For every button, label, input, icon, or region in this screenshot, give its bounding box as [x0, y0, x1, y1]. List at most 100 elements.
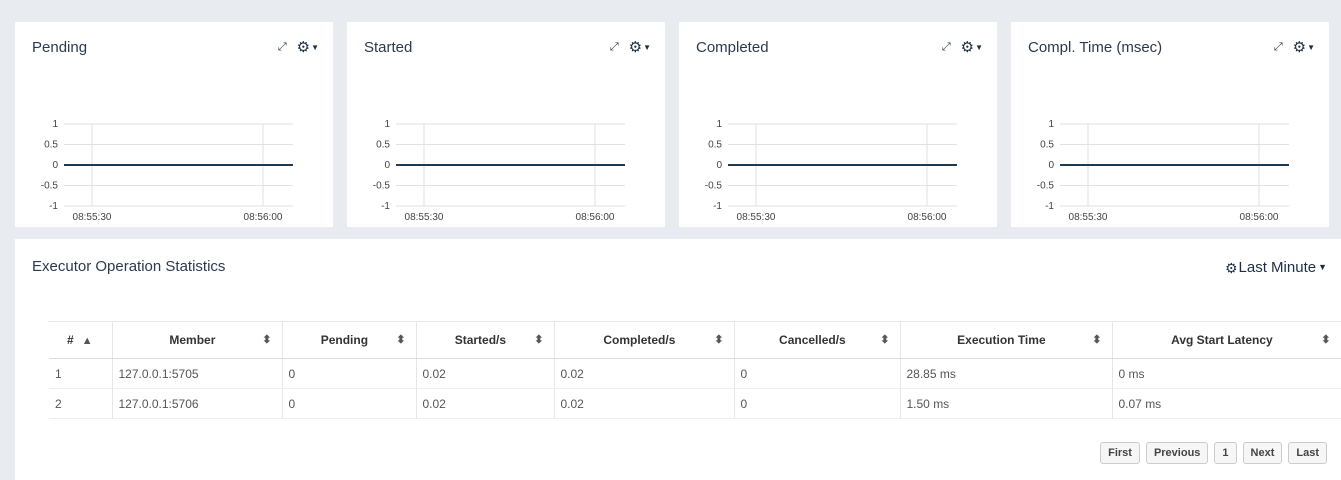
- gear-icon: ⚙: [1224, 259, 1238, 276]
- chart-title: Compl. Time (msec): [1028, 39, 1163, 56]
- y-tick-label: 1: [384, 119, 390, 130]
- x-tick-label: 08:56:00: [576, 212, 615, 223]
- gear-icon: ⚙: [628, 39, 643, 56]
- cell-member: 127.0.0.1:5705: [112, 358, 283, 389]
- card-tools: ⤢ ⚙ ▼: [610, 40, 651, 55]
- x-tick-label: 08:56:00: [1240, 212, 1279, 223]
- column-header-avg-start-latency[interactable]: Avg Start Latency ⬍: [1112, 321, 1341, 359]
- first-page-button[interactable]: First: [1100, 442, 1140, 464]
- chart-title: Completed: [696, 39, 769, 56]
- y-tick-label: 0.5: [44, 140, 58, 151]
- cell-cancelled: 0: [734, 358, 901, 389]
- line-chart: 1 0.5 0 -0.5 -1 08:55:30 08:56:00: [373, 119, 625, 223]
- next-page-button[interactable]: Next: [1242, 442, 1283, 464]
- cell-index: 1: [49, 358, 113, 389]
- cell-avg-start-latency: 0.07 ms: [1112, 388, 1341, 419]
- y-tick-label: 0: [384, 160, 390, 171]
- cell-execution-time: 28.85 ms: [900, 358, 1113, 389]
- expand-icon[interactable]: ⤢: [610, 42, 619, 53]
- sort-asc-icon: ▲: [81, 335, 93, 347]
- caret-down-icon: ▼: [311, 42, 319, 52]
- cell-index: 2: [49, 388, 113, 419]
- y-tick-label: -1: [49, 201, 58, 212]
- cell-completed: 0.02: [554, 358, 735, 389]
- chart-card-completion-time: Compl. Time (msec) ⤢ ⚙ ▼ 1 0.5 0 -0.5 -1 08:5…: [1011, 22, 1329, 227]
- column-header-started[interactable]: Started/s ⬍: [416, 321, 555, 359]
- executor-stats-panel: Executor Operation Statistics ⚙ Last Min…: [15, 239, 1341, 480]
- x-tick-label: 08:55:30: [737, 212, 776, 223]
- chart-settings-menu[interactable]: ⚙ ▼: [629, 40, 651, 55]
- x-tick-label: 08:55:30: [73, 212, 112, 223]
- panel-title: Executor Operation Statistics: [32, 258, 226, 275]
- cell-completed: 0.02: [554, 388, 735, 419]
- y-tick-label: -0.5: [41, 181, 59, 192]
- y-tick-label: 1: [52, 119, 58, 130]
- time-range-label: Last Minute: [1238, 259, 1317, 276]
- x-tick-label: 08:55:30: [405, 212, 444, 223]
- cell-execution-time: 1.50 ms: [900, 388, 1113, 419]
- pagination: First Previous 1 Next Last: [1100, 442, 1327, 464]
- cell-cancelled: 0: [734, 388, 901, 419]
- executor-stats-table: # ▲ Member ⬍ Pending ⬍ Started/s ⬍ Completed…: [49, 321, 1341, 419]
- time-range-dropdown[interactable]: ⚙ Last Minute ▼: [1225, 259, 1327, 276]
- last-page-button[interactable]: Last: [1288, 442, 1327, 464]
- y-tick-label: 0: [1048, 160, 1054, 171]
- expand-icon[interactable]: ⤢: [942, 42, 951, 53]
- x-tick-label: 08:55:30: [1069, 212, 1108, 223]
- sort-icon: ⬍: [880, 334, 890, 346]
- sort-icon: ⬍: [396, 334, 406, 346]
- column-header-member[interactable]: Member ⬍: [112, 321, 283, 359]
- chart-settings-menu[interactable]: ⚙ ▼: [1293, 40, 1315, 55]
- gear-icon: ⚙: [1292, 39, 1307, 56]
- cell-started: 0.02: [416, 388, 555, 419]
- line-chart: 1 0.5 0 -0.5 -1 08:55:30 08:56:00: [1037, 119, 1289, 223]
- column-header-pending[interactable]: Pending ⬍: [282, 321, 417, 359]
- previous-page-button[interactable]: Previous: [1145, 442, 1209, 464]
- y-tick-label: 0: [52, 160, 58, 171]
- sort-icon: ⬍: [714, 334, 724, 346]
- cell-member: 127.0.0.1:5706: [112, 388, 283, 419]
- card-tools: ⤢ ⚙ ▼: [1274, 40, 1315, 55]
- gear-icon: ⚙: [960, 39, 975, 56]
- y-tick-label: -0.5: [1037, 181, 1055, 192]
- y-tick-label: -1: [713, 201, 722, 212]
- card-tools: ⤢ ⚙ ▼: [942, 40, 983, 55]
- line-chart: 1 0.5 0 -0.5 -1 08:55:30 08:56:00: [41, 119, 293, 223]
- chart-title: Pending: [32, 39, 88, 56]
- column-header-completed[interactable]: Completed/s ⬍: [554, 321, 735, 359]
- chart-card-started: Started ⤢ ⚙ ▼ 1 0.5 0 -0.5 -1 08:55:30 08:56:0…: [347, 22, 665, 227]
- caret-down-icon: ▼: [1307, 42, 1315, 52]
- card-tools: ⤢ ⚙ ▼: [278, 40, 319, 55]
- table-header-row: # ▲ Member ⬍ Pending ⬍ Started/s ⬍ Completed…: [49, 321, 1341, 359]
- y-tick-label: 0: [716, 160, 722, 171]
- x-tick-label: 08:56:00: [244, 212, 283, 223]
- caret-down-icon: ▼: [1318, 262, 1327, 272]
- column-header-execution-time[interactable]: Execution Time ⬍: [900, 321, 1113, 359]
- table-row: 1 127.0.0.1:5705 0 0.02 0.02 0 28.85 ms …: [49, 358, 1341, 389]
- y-tick-label: -0.5: [373, 181, 391, 192]
- column-header-cancelled[interactable]: Cancelled/s ⬍: [734, 321, 901, 359]
- cell-started: 0.02: [416, 358, 555, 389]
- expand-icon[interactable]: ⤢: [278, 42, 287, 53]
- y-tick-label: 1: [716, 119, 722, 130]
- y-tick-label: 0.5: [376, 140, 390, 151]
- sort-icon: ⬍: [534, 334, 544, 346]
- sort-icon: ⬍: [1092, 334, 1102, 346]
- chart-title: Started: [364, 39, 413, 56]
- cell-avg-start-latency: 0 ms: [1112, 358, 1341, 389]
- sort-icon: ⬍: [262, 334, 272, 346]
- y-tick-label: 0.5: [1040, 140, 1054, 151]
- cell-pending: 0: [282, 388, 417, 419]
- line-chart: 1 0.5 0 -0.5 -1 08:55:30 08:56:00: [705, 119, 957, 223]
- expand-icon[interactable]: ⤢: [1274, 42, 1283, 53]
- caret-down-icon: ▼: [975, 42, 983, 52]
- chart-settings-menu[interactable]: ⚙ ▼: [297, 40, 319, 55]
- y-tick-label: 0.5: [708, 140, 722, 151]
- chart-settings-menu[interactable]: ⚙ ▼: [961, 40, 983, 55]
- page-number-button[interactable]: 1: [1214, 442, 1237, 464]
- x-tick-label: 08:56:00: [908, 212, 947, 223]
- chart-card-pending: Pending ⤢ ⚙ ▼ 1 0.5 0 -0.5 -1 08:55:30 08:56:0…: [15, 22, 333, 227]
- y-tick-label: 1: [1048, 119, 1054, 130]
- caret-down-icon: ▼: [643, 42, 651, 52]
- column-header-index[interactable]: # ▲: [49, 321, 113, 359]
